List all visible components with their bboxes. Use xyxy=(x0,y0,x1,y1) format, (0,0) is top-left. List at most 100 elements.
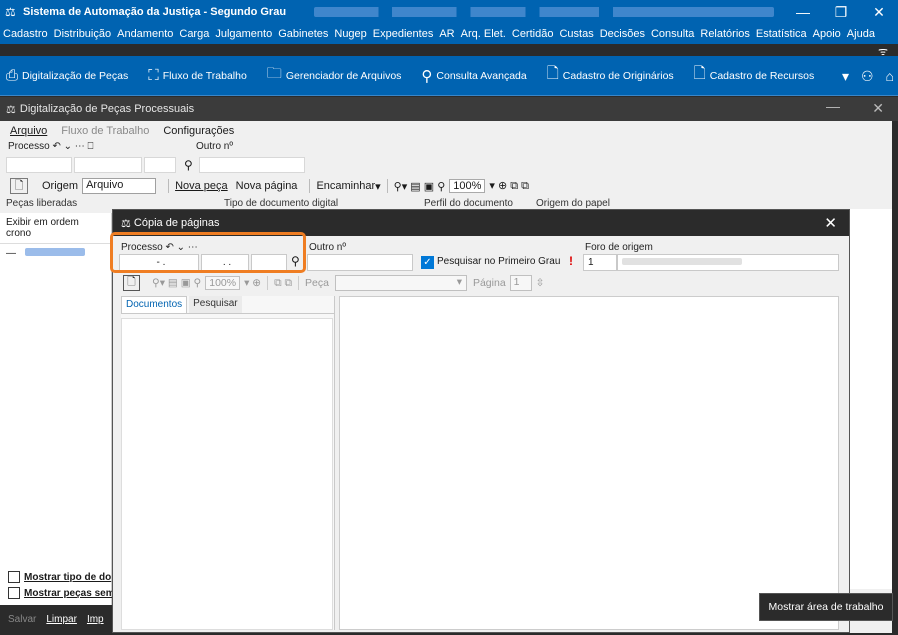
new-doc-icon[interactable]: 🗋 xyxy=(123,275,140,291)
menu-item-12[interactable]: Decisões xyxy=(600,28,645,40)
origem-select[interactable]: Arquivo xyxy=(82,178,157,194)
nova-peca-button[interactable]: Nova peça xyxy=(175,180,228,192)
imprimir-button[interactable]: Imp xyxy=(87,614,104,625)
limpar-button[interactable]: Limpar xyxy=(46,614,77,625)
menu-item-14[interactable]: Relatórios xyxy=(700,28,750,40)
checkbox[interactable] xyxy=(8,571,20,583)
menu-item-9[interactable]: Arq. Elet. xyxy=(461,28,506,40)
zoom-in-icon[interactable]: ▾ ⊕ xyxy=(244,277,261,289)
encaminhar-button[interactable]: Encaminhar xyxy=(316,180,375,192)
nova-pagina-button[interactable]: Nova página xyxy=(236,180,298,192)
dialog-title: Cópia de páginas xyxy=(133,217,220,229)
users-icon[interactable]: ⚇ xyxy=(861,68,874,85)
menu-item-15[interactable]: Estatística xyxy=(756,28,807,40)
search-icon[interactable]: ⚲ xyxy=(184,158,193,172)
menu-item-1[interactable]: Distribuição xyxy=(54,28,111,40)
menu-item-3[interactable]: Carga xyxy=(179,28,209,40)
toolbar-item-1[interactable]: ⛶ Fluxo de Trabalho xyxy=(148,67,247,84)
toolbar-item-label: Cadastro de Originários xyxy=(562,69,674,82)
processo-field-2[interactable] xyxy=(74,157,142,173)
menu-item-16[interactable]: Apoio xyxy=(813,28,841,40)
workflow-icon: ⛶ xyxy=(148,67,159,84)
zoom-select[interactable]: 100% xyxy=(449,179,486,193)
page-preview-area xyxy=(339,296,839,630)
tab-pesquisar[interactable]: Pesquisar xyxy=(189,296,242,313)
tab-documentos[interactable]: Documentos xyxy=(121,296,188,313)
perfil-header: Perfil do documento xyxy=(424,198,513,209)
minimize-inner-button[interactable]: — xyxy=(826,98,840,114)
copy-icon[interactable]: ⧉ ⧉ xyxy=(274,277,292,290)
menu-item-2[interactable]: Andamento xyxy=(117,28,173,40)
app-logo-icon: ⚖ xyxy=(6,103,16,116)
menu-item-6[interactable]: Nugep xyxy=(334,28,366,40)
show-desktop-tooltip: Mostrar área de trabalho xyxy=(759,593,893,621)
undo-icon[interactable]: ↶ ⌄ ⋯ ⎕ xyxy=(52,141,93,152)
redacted-item xyxy=(24,248,85,256)
outro-field[interactable] xyxy=(307,254,413,271)
outro-field[interactable] xyxy=(198,157,305,173)
peca-select[interactable]: ▾ xyxy=(334,275,467,291)
dialog-toolbar: 🗋 ⚲▾ ▤ ▣ ⚲ 100% ▾ ⊕ ⧉ ⧉ Peça ▾ Página 1 … xyxy=(123,273,843,293)
menu-item-11[interactable]: Custas xyxy=(559,28,593,40)
zoom-select[interactable]: 100% xyxy=(205,276,241,290)
app-logo-icon: ⚖ xyxy=(5,5,16,19)
mostrar-tipo-label: Mostrar tipo de do xyxy=(24,571,112,583)
toolbar-item-2[interactable]: 🗀 Gerenciador de Arquivos xyxy=(267,63,402,88)
toolbar-item-label: Cadastro de Recursos xyxy=(709,69,815,82)
menu-item-4[interactable]: Julgamento xyxy=(215,28,272,40)
resource-icon: 🗋 xyxy=(693,65,706,82)
menu-item-10[interactable]: Certidão xyxy=(512,28,554,40)
app-logo-icon: ⚖ xyxy=(121,217,134,230)
salvar-button[interactable]: Salvar xyxy=(8,614,36,625)
menu-item-13[interactable]: Consulta xyxy=(651,28,694,40)
toolbar-item-label: Digitalização de Peças xyxy=(22,69,129,82)
close-dialog-button[interactable]: ✕ xyxy=(824,214,837,232)
close-inner-button[interactable]: ✕ xyxy=(872,100,884,117)
chevron-down-icon[interactable]: ▾ xyxy=(842,68,849,85)
documents-panel: Documentos Pesquisar xyxy=(121,296,335,630)
pesquisar-primeiro-checkbox[interactable]: ✓ xyxy=(421,256,434,269)
foro-field[interactable]: 1 xyxy=(583,254,617,271)
peca-label: Peça xyxy=(305,277,329,289)
toolbar-item-label: Fluxo de Trabalho xyxy=(162,69,247,82)
pagina-label: Página xyxy=(472,277,506,289)
zoom-in-icon[interactable]: ▾ ⊕ ⧉ ⧉ xyxy=(489,179,529,193)
scanner-icon: ⎙ xyxy=(6,67,19,84)
menu-arquivo[interactable]: Arquivo xyxy=(10,125,47,137)
close-button[interactable]: ✕ xyxy=(860,0,898,24)
menu-fluxo[interactable]: Fluxo de Trabalho xyxy=(61,125,149,137)
processo-field-1[interactable] xyxy=(6,157,72,173)
pecas-header: Peças liberadas xyxy=(6,198,78,209)
processo-row: Processo ↶ ⌄ ⋯ ⎕ xyxy=(8,141,94,152)
mostrar-pecas-checkbox[interactable]: Mostrar peças sem xyxy=(8,587,115,599)
home-icon[interactable]: ⌂ xyxy=(886,68,894,84)
tree-item[interactable]: — xyxy=(0,244,111,263)
workspace-right-area xyxy=(850,209,892,589)
zoom-icon[interactable]: ⚲▾ ▤ ▣ ⚲ xyxy=(152,277,201,289)
menu-item-0[interactable]: Cadastro xyxy=(3,28,48,40)
restore-button[interactable]: ❐ xyxy=(822,0,860,24)
highlight-processo-area xyxy=(110,232,306,273)
menu-item-7[interactable]: Expedientes xyxy=(373,28,434,40)
toolbar-item-5[interactable]: 🗋 Cadastro de Recursos xyxy=(694,63,815,88)
menu-item-17[interactable]: Ajuda xyxy=(847,28,875,40)
pagina-field[interactable]: 1 xyxy=(509,275,532,291)
mostrar-tipo-checkbox[interactable]: Mostrar tipo de do xyxy=(8,571,111,583)
menu-item-5[interactable]: Gabinetes xyxy=(278,28,328,40)
menu-item-8[interactable]: AR xyxy=(439,28,454,40)
toolbar-item-0[interactable]: ⎙ Digitalização de Peças xyxy=(6,67,128,84)
workspace-toolbar: 🗋 Origem Arquivo Nova peça Nova página E… xyxy=(10,177,529,195)
main-menu-bar: Cadastro Distribuição Andamento Carga Julgam… xyxy=(0,24,898,44)
processo-field-3[interactable] xyxy=(144,157,176,173)
origem-label: Origem xyxy=(42,180,79,192)
exibir-ordem[interactable]: Exibir em ordem crono xyxy=(0,213,111,244)
minimize-button[interactable]: — xyxy=(784,0,822,24)
toolbar-item-3[interactable]: ⚲ Consulta Avançada xyxy=(421,67,526,85)
pagina-spinner[interactable]: ⇳ xyxy=(536,277,545,289)
menu-config[interactable]: Configurações xyxy=(163,125,234,137)
new-doc-icon[interactable]: 🗋 xyxy=(10,178,28,194)
foro-name-field[interactable] xyxy=(617,254,839,271)
checkbox[interactable] xyxy=(8,587,20,599)
zoom-icon[interactable]: ⚲▾ ▤ ▣ ⚲ xyxy=(394,180,446,193)
toolbar-item-4[interactable]: 🗋 Cadastro de Originários xyxy=(547,63,674,88)
